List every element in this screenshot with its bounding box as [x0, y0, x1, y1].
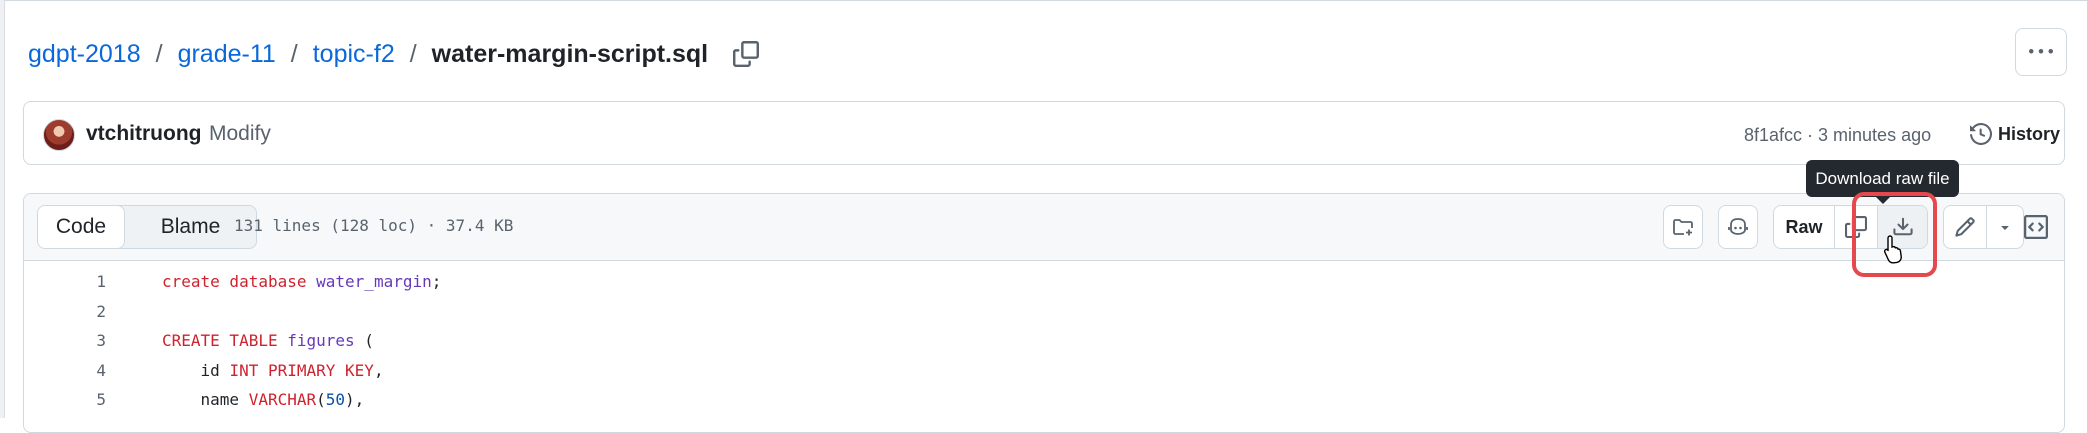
line-number[interactable]: 4 [24, 356, 106, 386]
more-options-button[interactable] [2015, 28, 2067, 76]
line-number[interactable]: 1 [24, 267, 106, 297]
code-line: 3 CREATE TABLE figures ( [24, 326, 374, 356]
folder-plus-icon [1673, 219, 1693, 236]
breadcrumb: gdpt-2018 / grade-11 / topic-f2 / water-… [28, 34, 762, 74]
code-text: create database water_margin; [162, 272, 442, 291]
copy-path-button[interactable] [730, 38, 762, 70]
code-text: name VARCHAR(50), [162, 390, 365, 410]
copilot-button[interactable] [1718, 205, 1758, 249]
commit-author-link[interactable]: vtchitruong [86, 119, 202, 149]
history-label: History [1998, 123, 2061, 144]
pencil-icon [1955, 217, 1975, 237]
commit-message-link[interactable]: Modify [209, 119, 271, 149]
tab-code[interactable]: Code [38, 206, 125, 248]
avatar[interactable] [43, 119, 75, 151]
symbols-panel-icon [2024, 215, 2048, 239]
left-edge [0, 0, 5, 418]
symbols-panel-button[interactable] [2016, 205, 2056, 249]
copilot-icon [1728, 218, 1748, 235]
add-file-button[interactable] [1663, 205, 1703, 249]
kebab-icon [2029, 49, 2053, 54]
code-line: 2 [24, 297, 106, 327]
breadcrumb-folder1-link[interactable]: grade-11 [178, 40, 276, 69]
code-text: id INT PRIMARY KEY, [162, 360, 384, 380]
line-number[interactable]: 2 [24, 297, 106, 327]
line-number[interactable]: 5 [24, 385, 106, 415]
breadcrumb-separator: / [290, 39, 298, 68]
commit-meta[interactable]: 8f1afcc · 3 minutes ago [1744, 120, 1931, 150]
breadcrumb-repo-link[interactable]: gdpt-2018 [28, 40, 141, 69]
file-header: Code Blame 131 lines (128 loc) · 37.4 KB… [24, 194, 2064, 261]
view-mode-toggle: Code Blame [37, 205, 257, 249]
code-line: 5 name VARCHAR(50), [24, 385, 364, 415]
top-border [0, 0, 2087, 1]
code-line: 1 create database water_margin; [24, 267, 441, 297]
copy-icon [733, 41, 760, 67]
chevron-down-icon [2001, 226, 2009, 230]
raw-label: Raw [1785, 216, 1823, 237]
file-viewer: Code Blame 131 lines (128 loc) · 37.4 KB… [23, 193, 2065, 433]
breadcrumb-file-name: water-margin-script.sql [431, 39, 709, 68]
pointer-cursor-icon [1883, 235, 1902, 264]
file-info: 131 lines (128 loc) · 37.4 KB [234, 216, 514, 235]
latest-commit-box: vtchitruong Modify 8f1afcc · 3 minutes a… [23, 101, 2065, 165]
raw-button[interactable]: Raw [1774, 206, 1834, 248]
edit-file-button[interactable] [1944, 206, 1986, 248]
line-number[interactable]: 3 [24, 326, 106, 356]
code-text: CREATE TABLE figures ( [162, 331, 374, 351]
history-icon [1970, 123, 1992, 145]
edit-actions-group [1943, 205, 2024, 249]
code-line: 4 id INT PRIMARY KEY, [24, 356, 383, 386]
breadcrumb-separator: / [409, 39, 417, 68]
history-button[interactable]: History [1970, 114, 2060, 154]
breadcrumb-separator: / [155, 39, 163, 68]
breadcrumb-folder2-link[interactable]: topic-f2 [313, 40, 395, 69]
